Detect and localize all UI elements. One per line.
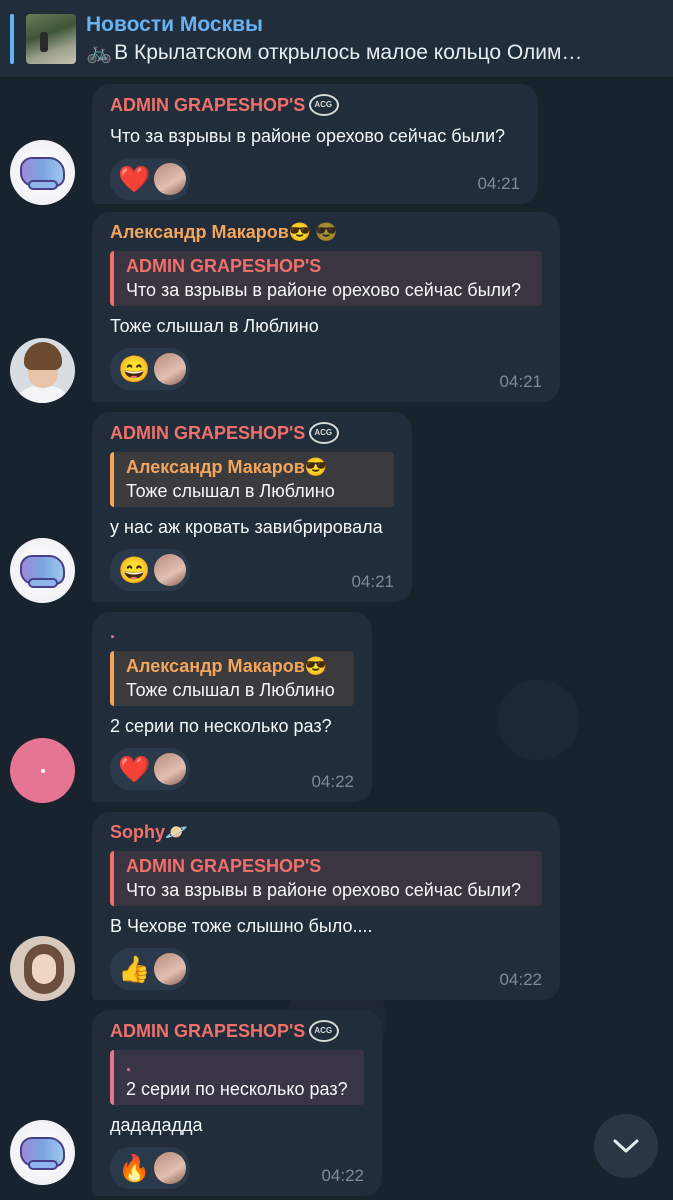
reply-sender: ADMIN GRAPESHOP'S	[126, 856, 322, 876]
pinned-indicator	[10, 13, 14, 64]
message-text: Тоже слышал в Люблино	[110, 316, 319, 336]
bicycle-icon: 🚲	[86, 40, 113, 64]
message-time: 04:21	[499, 372, 542, 391]
reactor-avatar	[154, 353, 187, 385]
scroll-down-button[interactable]	[594, 1114, 658, 1178]
sender-name[interactable]: Sophy🪐	[110, 822, 542, 843]
avatar[interactable]	[10, 936, 75, 1001]
sender-name[interactable]: .	[110, 622, 354, 643]
heart-reaction-icon: ❤️	[118, 754, 151, 784]
pinned-title: Новости Москвы	[86, 12, 263, 36]
fire-reaction-icon: 🔥	[118, 1153, 151, 1183]
message-bubble[interactable]: . Александр Макаров😎 Тоже слышал в Любли…	[92, 612, 372, 802]
message-bubble[interactable]: Sophy🪐 ADMIN GRAPESHOP'S Что за взрывы в…	[92, 812, 560, 1000]
message-bubble[interactable]: ADMIN GRAPESHOP'S . 2 серии по несколько…	[92, 1010, 382, 1196]
reactor-avatar	[154, 1152, 187, 1184]
message-time: 04:22	[499, 970, 542, 989]
message-text: В Чехове тоже слышно было....	[110, 916, 373, 936]
sender-name[interactable]: Александр Макаров😎 😎	[110, 222, 542, 243]
message-text: Что за взрывы в районе орехово сейчас бы…	[110, 126, 506, 146]
chevron-down-icon	[613, 1139, 639, 1153]
reply-quote[interactable]: Александр Макаров😎 Тоже слышал в Люблино	[110, 651, 354, 706]
thumbs-up-reaction-icon: 👍	[118, 954, 151, 984]
sender-name[interactable]: ADMIN GRAPESHOP'S	[110, 1020, 364, 1042]
sender-name[interactable]: ADMIN GRAPESHOP'S	[110, 422, 394, 444]
sunglasses-emoji-icon: 😎	[315, 222, 338, 242]
message-time: 04:21	[351, 572, 394, 591]
avatar[interactable]	[10, 1120, 75, 1185]
reaction-chip[interactable]: 🔥	[110, 1147, 191, 1189]
reply-text: Что за взрывы в районе орехово сейчас бы…	[126, 880, 522, 900]
message-time: 04:21	[477, 174, 520, 193]
grin-reaction-icon: 😄	[118, 555, 151, 585]
message-time: 04:22	[321, 1166, 364, 1185]
reactor-avatar	[154, 753, 187, 785]
reactor-avatar	[154, 554, 187, 586]
reply-quote[interactable]: ADMIN GRAPESHOP'S Что за взрывы в районе…	[110, 251, 542, 306]
avatar[interactable]	[10, 140, 75, 205]
avatar[interactable]	[10, 738, 75, 803]
reaction-chip[interactable]: ❤️	[110, 158, 191, 200]
acg-logo-icon	[309, 94, 340, 116]
reactor-avatar	[154, 163, 187, 195]
reply-quote[interactable]: . 2 серии по несколько раз?	[110, 1050, 364, 1105]
acg-logo-icon	[309, 422, 340, 444]
message-text: у нас аж кровать завибрировала	[110, 517, 383, 537]
pinned-subtitle-text: В Крылатском открылось малое кольцо Олим…	[114, 40, 583, 64]
message-bubble[interactable]: Александр Макаров😎 😎 ADMIN GRAPESHOP'S Чт…	[92, 212, 560, 402]
pinned-message-bar[interactable]: Новости Москвы 🚲В Крылатском открылось м…	[0, 0, 673, 78]
avatar[interactable]	[10, 538, 75, 603]
grin-reaction-icon: 😄	[118, 354, 151, 384]
reply-text: Тоже слышал в Люблино	[126, 481, 335, 501]
reply-text: Что за взрывы в районе орехово сейчас бы…	[126, 280, 522, 300]
message-time: 04:22	[311, 772, 354, 791]
message-text: 2 серии по несколько раз?	[110, 716, 332, 736]
reply-text: Тоже слышал в Люблино	[126, 680, 335, 700]
reply-sender: .	[126, 1055, 132, 1075]
reply-sender: Александр Макаров😎	[126, 457, 328, 477]
reply-quote[interactable]: ADMIN GRAPESHOP'S Что за взрывы в районе…	[110, 851, 542, 906]
reaction-chip[interactable]: 👍	[110, 948, 191, 990]
avatar[interactable]	[10, 338, 75, 403]
message-text: дадададда	[110, 1115, 203, 1135]
message-bubble[interactable]: ADMIN GRAPESHOP'S Александр Макаров😎 Тож…	[92, 412, 412, 602]
reply-quote[interactable]: Александр Макаров😎 Тоже слышал в Люблино	[110, 452, 394, 507]
heart-reaction-icon: ❤️	[118, 164, 151, 194]
message-bubble[interactable]: ADMIN GRAPESHOP'S Что за взрывы в районе…	[92, 84, 538, 204]
reply-sender: Александр Макаров😎	[126, 656, 328, 676]
reply-text: 2 серии по несколько раз?	[126, 1079, 348, 1099]
reactor-avatar	[154, 953, 187, 985]
acg-logo-icon	[309, 1020, 340, 1042]
reaction-chip[interactable]: 😄	[110, 549, 191, 591]
pinned-subtitle: 🚲В Крылатском открылось малое кольцо Оли…	[86, 41, 606, 65]
reply-sender: ADMIN GRAPESHOP'S	[126, 256, 322, 276]
reaction-chip[interactable]: ❤️	[110, 748, 191, 790]
pinned-thumbnail	[26, 13, 76, 64]
reaction-chip[interactable]: 😄	[110, 348, 191, 390]
sender-name[interactable]: ADMIN GRAPESHOP'S	[110, 94, 520, 116]
